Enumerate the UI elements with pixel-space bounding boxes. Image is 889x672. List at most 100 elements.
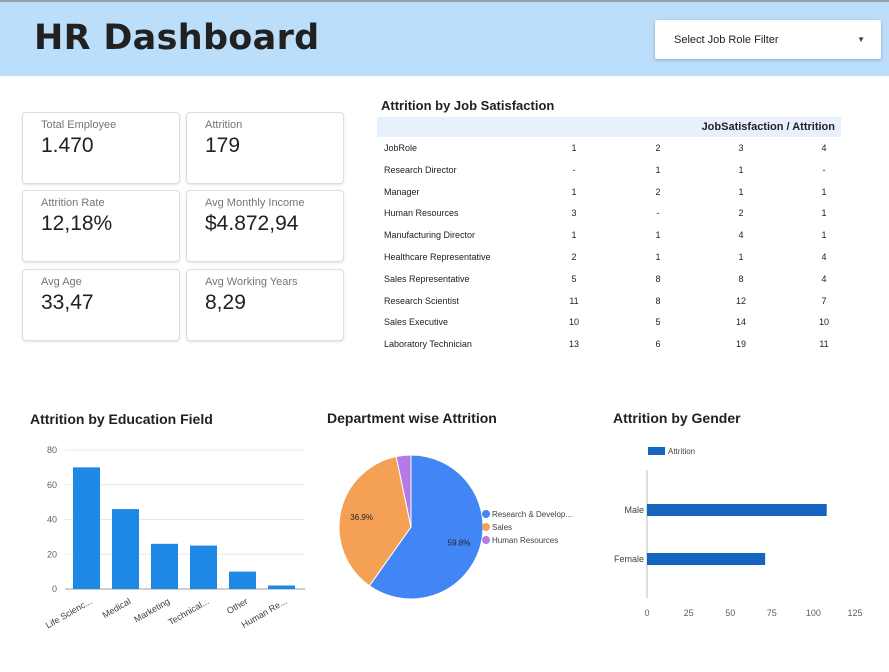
y-tick-label: 60 [47,480,57,490]
x-tick-label: Life Scienc... [44,596,94,630]
job-role-filter-label: Select Job Role Filter [674,33,779,46]
legend-label: Sales [492,523,512,532]
bar[interactable] [73,467,100,589]
table-cell: 6 [655,339,661,350]
table-row: Research Scientist 11 8 12 7 [377,290,841,312]
table-cell: 2 [655,143,661,153]
pie-value-label: 36.9% [350,513,373,522]
kpi-value: $4.872,94 [205,212,299,235]
table-cell: 14 [735,317,746,328]
x-tick-label: Marketing [132,596,171,624]
table-cell: 13 [568,339,579,350]
table-row: Laboratory Technician 13 6 19 11 [377,333,841,355]
y-tick-label: Male [624,505,644,515]
table-cell: 3 [571,208,577,219]
table-cell: 4 [821,251,827,262]
table-cell: 19 [735,339,746,350]
job-role-filter-dropdown[interactable]: Select Job Role Filter ▼ [655,20,881,59]
table-cell: 2 [571,251,577,262]
satisfaction-table: JobSatisfaction / Attrition JobRole 1 2 … [377,117,841,355]
bar[interactable] [151,543,178,589]
table-cell: - [572,164,576,175]
kpi-card-avg-monthly-income: Avg Monthly Income $4.872,94 [187,191,343,261]
table-cell: Research Director [384,164,457,175]
y-tick-label: 20 [47,549,57,559]
dashboard-header: HR Dashboard Select Job Role Filter ▼ [0,0,889,76]
table-cell: 2 [655,186,661,197]
bar[interactable] [268,585,295,589]
bar[interactable] [112,509,139,589]
table-cell: 11 [569,295,579,306]
table-cell: 1 [738,251,744,262]
legend-marker [482,510,490,518]
bar[interactable] [647,504,827,516]
gender-chart-title: Attrition by Gender [613,410,741,426]
table-cell: Human Resources [384,208,459,219]
table-cell: Research Scientist [384,295,460,306]
x-tick-label: 0 [644,608,649,618]
table-cell: 1 [655,251,661,262]
kpi-label: Avg Working Years [205,276,298,288]
kpi-label: Total Employee [41,119,117,131]
x-tick-label: Technical... [167,596,211,627]
table-cell: 1 [571,143,577,153]
education-bar-chart: 0 20 40 60 80 Life Scienc... Medical MarketingT… [44,445,305,630]
y-tick-label: 40 [47,515,57,525]
legend-marker [482,536,490,544]
bar[interactable] [647,553,766,565]
kpi-value: 12,18% [41,212,113,235]
legend-marker [648,447,665,455]
y-tick-label: Female [614,554,644,564]
pie-value-label: 59.8% [448,538,471,547]
x-tick-label: Medical [101,596,133,620]
table-row: Healthcare Representative 2 1 1 4 [377,246,841,268]
bar[interactable] [190,545,217,589]
x-tick-label: 100 [806,608,821,618]
table-cell: 4 [738,230,744,241]
kpi-label: Attrition Rate [41,197,105,209]
kpi-value: 33,47 [41,291,94,314]
table-cell: JobRole [384,143,418,153]
table-cell: Healthcare Representative [384,251,491,262]
table-cell: 12 [735,295,746,306]
department-pie-chart: 59.8% 36.9% Research & Develop... Sales Huma… [338,454,572,600]
table-cell: 1 [655,230,661,241]
table-row: Sales Executive 10 5 14 10 [377,311,841,333]
table-cell: 1 [571,230,577,241]
x-tick-label: 75 [767,608,777,618]
kpi-label: Avg Monthly Income [205,197,305,209]
table-cell: 7 [821,295,827,306]
table-cell: 8 [655,295,661,306]
table-cell: 5 [571,273,577,284]
kpi-label: Attrition [205,119,243,131]
table-header-label: JobSatisfaction / Attrition [701,121,835,133]
table-cell: Sales Representative [384,273,470,284]
table-cell: 2 [738,208,744,219]
bar[interactable] [229,571,256,589]
table-cell: Manufacturing Director [384,230,476,241]
table-cell: - [656,208,660,219]
kpi-card-attrition: Attrition 179 [187,113,343,183]
table-cell: 4 [821,143,827,153]
x-tick-label: 50 [725,608,735,618]
y-tick-label: 0 [52,584,57,594]
table-row: Sales Representative 5 8 8 4 [377,268,841,290]
table-row: Human Resources 3 - 2 1 [377,202,841,224]
table-cell: 8 [738,273,744,284]
legend-marker [482,523,490,531]
kpi-card-attrition-rate: Attrition Rate 12,18% [23,191,179,261]
kpi-card-avg-working-years: Avg Working Years 8,29 [187,270,343,340]
kpi-value: 179 [205,134,241,157]
legend-label: Human Resources [492,536,558,545]
page-title: HR Dashboard [34,18,320,58]
table-cell: 1 [571,186,577,197]
table-body: Research Director -1 1- Manager 1 2 1 1 Human Re… [377,159,841,355]
table-cell: 1 [655,164,661,175]
table-cell: 5 [655,317,661,328]
table-cell: Laboratory Technician [384,339,472,350]
table-row: Manager 1 2 1 1 [377,181,841,203]
x-tick-label: 125 [847,608,862,618]
table-cell: 1 [821,230,827,241]
caret-down-icon: ▼ [857,35,865,44]
kpi-label: Avg Age [41,276,82,288]
